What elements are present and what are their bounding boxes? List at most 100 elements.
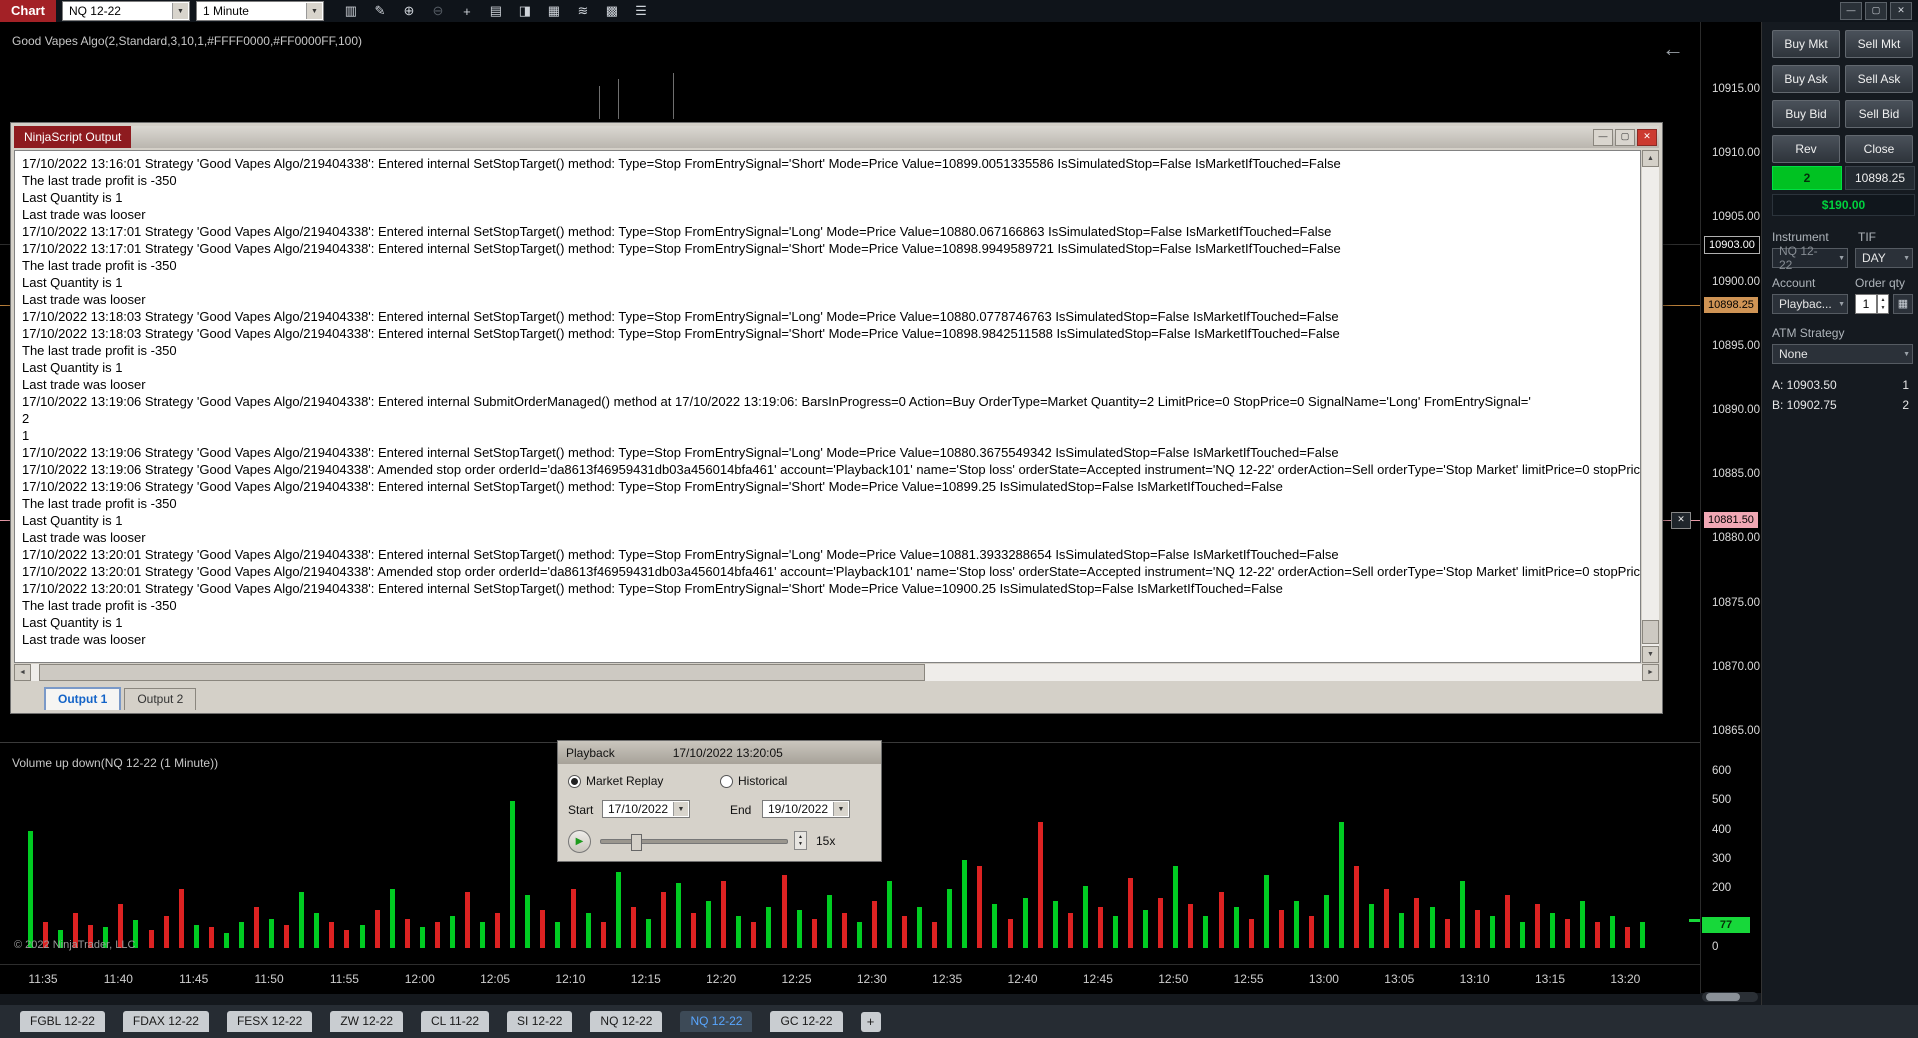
chart-trader-panel: Buy Mkt Sell Mkt Buy Ask Sell Ask Buy Bid Sel… [1761,22,1918,1005]
play-button[interactable]: ▶ [568,830,591,853]
speed-slider[interactable] [600,834,788,851]
price-axis[interactable]: 10915.00 10910.00 10905.00 10900.00 10895.00… [1700,22,1762,993]
volume-bar [585,912,591,948]
instrument-tab-zw-12-22[interactable]: ZW 12-22 [330,1011,404,1032]
spin-up-icon[interactable]: ▲ [798,834,803,840]
axis-scrollbar[interactable] [1702,992,1758,1002]
atm-strategy-label: ATM Strategy [1772,326,1845,340]
spin-down-icon[interactable]: ▼ [1881,305,1886,311]
chevron-down-icon: ▼ [171,3,188,19]
interval-select-value: 1 Minute [202,4,249,18]
close-button[interactable]: ✕ [1890,2,1912,20]
hscroll-thumb[interactable] [39,664,926,681]
rev-button[interactable]: Rev [1772,135,1840,163]
restore-button[interactable]: ▢ [1865,2,1887,20]
volume-bar [344,930,350,948]
scroll-left-icon[interactable]: ◄ [14,664,31,681]
output-horizontal-scrollbar[interactable]: ◄ ► [14,664,1659,681]
instrument-tab-fesx-12-22[interactable]: FESX 12-22 [226,1011,313,1032]
scroll-right-icon[interactable]: ► [1642,664,1659,681]
buy-ask-button[interactable]: Buy Ask [1772,65,1840,93]
spin-down-icon[interactable]: ▼ [798,841,803,847]
log-line: 17/10/2022 13:18:03 Strategy 'Good Vapes… [22,326,1340,341]
output-restore-button[interactable]: ▢ [1615,128,1635,146]
instrument-tab-fdax-12-22[interactable]: FDAX 12-22 [122,1011,209,1032]
historical-radio[interactable]: Historical [720,774,787,788]
ask-row: A: 10903.50 1 [1772,378,1909,392]
start-date-select[interactable]: 17/10/2022 ▼ [602,800,690,818]
atm-strategy-select[interactable]: None ▼ [1772,344,1913,364]
sell-bid-button[interactable]: Sell Bid [1845,100,1913,128]
sell-mkt-button[interactable]: Sell Mkt [1845,30,1913,58]
volume-bar [1429,906,1435,948]
instrument-tab-nq-12-22[interactable]: NQ 12-22 [680,1011,753,1032]
minimize-button[interactable]: — [1840,2,1862,20]
add-tab-button[interactable]: + [860,1011,881,1032]
time-axis-label: 11:55 [329,972,359,986]
chart-style-icon[interactable]: ▥ [340,1,362,21]
close-button[interactable]: Close [1845,135,1913,163]
properties-icon[interactable]: ☰ [630,1,652,21]
data-series-icon[interactable]: ▦ [543,1,565,21]
volume-bar [871,901,877,948]
chart-trader-icon[interactable]: ◨ [514,1,536,21]
log-line: 17/10/2022 13:16:01 Strategy 'Good Vapes… [22,156,1341,171]
playback-titlebar[interactable]: Playback 17/10/2022 13:20:05 [558,741,881,764]
interval-select[interactable]: 1 Minute ▼ [195,1,324,21]
vscroll-thumb[interactable] [1642,620,1659,644]
output-minimize-button[interactable]: — [1593,128,1613,146]
instrument-tab-nq-12-22[interactable]: NQ 12-22 [590,1011,663,1032]
draw-tool-icon[interactable]: ✎ [369,1,391,21]
close-position-button[interactable]: ✕ [1671,512,1691,529]
scroll-back-arrow-icon[interactable]: ← [1662,36,1684,62]
panel-instrument-select[interactable]: NQ 12-22 ▼ [1772,244,1848,272]
end-date-select[interactable]: 19/10/2022 ▼ [762,800,850,818]
vscroll-track[interactable] [1642,167,1659,646]
output-tab-2[interactable]: Output 2 [124,688,197,710]
volume-bar [1414,898,1420,948]
strategies-icon[interactable]: ▩ [601,1,623,21]
price-axis-label: 10885.00 [1712,468,1760,481]
instrument-tab-cl-11-22[interactable]: CL 11-22 [421,1011,490,1032]
volume-bar [691,912,697,948]
output-vertical-scrollbar[interactable]: ▲ ▼ [1642,150,1659,663]
crosshair-icon[interactable]: + [456,1,478,21]
axis-scrollbar-thumb[interactable] [1706,993,1740,1001]
volume-bar [510,801,516,948]
volume-bar [1474,909,1480,948]
tif-select[interactable]: DAY ▼ [1855,248,1913,268]
output-tab-1[interactable]: Output 1 [44,687,122,710]
order-qty-input[interactable]: 1 [1855,294,1877,314]
order-qty-label: Order qty [1855,276,1906,290]
speed-stepper[interactable]: ▲ ▼ [794,831,807,850]
scroll-up-icon[interactable]: ▲ [1642,150,1659,167]
market-replay-radio[interactable]: Market Replay [568,774,663,788]
log-line: 17/10/2022 13:20:01 Strategy 'Good Vapes… [22,581,1283,596]
sell-ask-button[interactable]: Sell Ask [1845,65,1913,93]
order-qty-stepper[interactable]: ▲ ▼ [1877,294,1889,314]
hscroll-track[interactable] [31,664,1642,681]
output-log[interactable]: 17/10/2022 13:16:01 Strategy 'Good Vapes… [14,150,1641,663]
buy-bid-button[interactable]: Buy Bid [1772,100,1840,128]
instrument-tab-fgbl-12-22[interactable]: FGBL 12-22 [20,1011,105,1032]
account-select[interactable]: Playbac... ▼ [1772,294,1848,314]
output-close-button[interactable]: ✕ [1637,128,1657,146]
zoom-out-icon[interactable]: ⊖ [427,1,449,21]
new-window-icon[interactable]: ▤ [485,1,507,21]
instrument-tab-gc-12-22[interactable]: GC 12-22 [770,1011,843,1032]
log-line: 17/10/2022 13:19:06 Strategy 'Good Vapes… [22,479,1283,494]
time-axis-label: 11:45 [179,972,209,986]
speed-slider-handle[interactable] [631,834,642,851]
instrument-tab-si-12-22[interactable]: SI 12-22 [507,1011,573,1032]
spin-up-icon[interactable]: ▲ [1881,297,1886,303]
time-axis[interactable]: 11:35 11:40 11:45 11:50 11:55 12:00 12:05 12:10… [0,964,1700,994]
buy-mkt-button[interactable]: Buy Mkt [1772,30,1840,58]
scroll-down-icon[interactable]: ▼ [1642,646,1659,663]
qty-preset-grid-button[interactable]: ▦ [1893,294,1913,314]
indicators-icon[interactable]: ≋ [572,1,594,21]
volume-axis-label: 400 [1712,823,1732,836]
volume-bar [676,883,681,948]
instrument-select[interactable]: NQ 12-22 ▼ [61,1,190,21]
zoom-in-icon[interactable]: ⊕ [398,1,420,21]
output-window-titlebar[interactable]: NinjaScript Output — ▢ ✕ [14,126,1659,148]
